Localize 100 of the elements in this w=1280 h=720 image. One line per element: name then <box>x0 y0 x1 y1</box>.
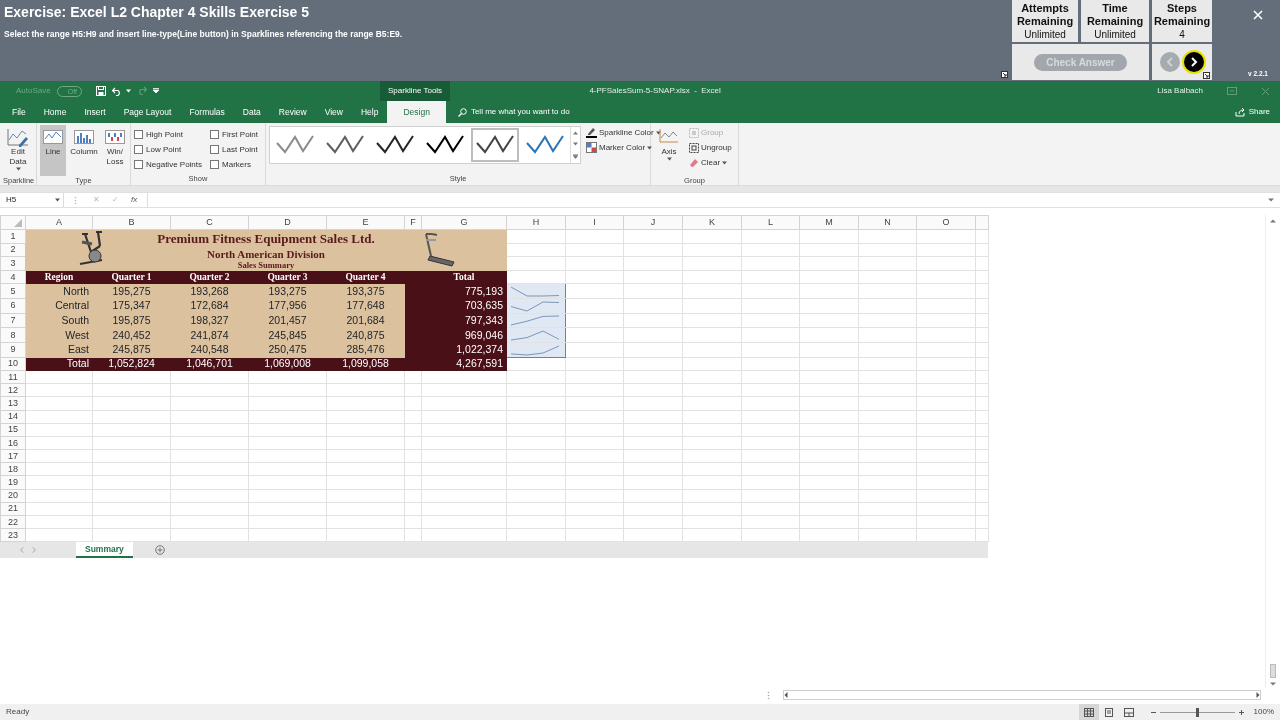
zoom-in-icon[interactable] <box>1238 709 1244 715</box>
ribbon-tab[interactable]: View <box>315 101 352 123</box>
counter-label: Time Remaining <box>1085 1 1145 28</box>
caret-icon <box>55 198 60 202</box>
group-icon <box>689 127 699 138</box>
more-icon[interactable] <box>573 154 578 160</box>
ribbon-button[interactable]: Clear <box>687 155 734 170</box>
sparkline <box>509 315 561 327</box>
scrollbar-thumb[interactable] <box>1270 664 1276 678</box>
undo-button[interactable] <box>111 86 131 96</box>
column-header[interactable]: E <box>326 215 405 230</box>
caret-icon <box>125 89 131 93</box>
share-button[interactable]: Share <box>1234 101 1270 123</box>
ribbon-button[interactable]: Win/ Loss <box>102 125 128 176</box>
scroll-left-icon <box>784 692 788 698</box>
scroll-up-icon[interactable] <box>573 130 578 135</box>
slider-thumb[interactable] <box>1195 707 1199 717</box>
eraser-icon <box>689 157 699 168</box>
checkbox[interactable] <box>210 160 220 169</box>
column-header[interactable]: C <box>170 215 249 230</box>
column-sparkline-icon <box>73 127 95 147</box>
zoom-level: 100% <box>1253 706 1274 718</box>
checkbox-option[interactable]: High Point <box>134 127 203 142</box>
ribbon-tab[interactable]: Review <box>269 101 316 123</box>
page-break-icon <box>1123 707 1134 717</box>
file-name: 4-PFSalesSum-5-SNAP.xlsx - Excel <box>588 85 722 97</box>
checkbox[interactable] <box>134 130 143 139</box>
tell-me-search[interactable]: Tell me what you want to do <box>445 101 570 123</box>
checkbox-option[interactable]: Low Point <box>134 142 203 157</box>
column-header[interactable]: L <box>741 215 800 230</box>
checkbox[interactable] <box>134 145 143 154</box>
corner-arrow-icon <box>1203 72 1210 79</box>
pen-color-icon <box>586 127 597 138</box>
checkbox[interactable] <box>134 160 143 169</box>
sparkline <box>509 330 561 342</box>
column-header[interactable]: D <box>248 215 327 230</box>
ribbon-tab[interactable]: File <box>3 101 35 123</box>
view-button[interactable] <box>1078 704 1099 720</box>
column-header[interactable]: A <box>25 215 93 230</box>
name-box[interactable]: H5 <box>0 193 64 207</box>
zoom-out-icon[interactable] <box>1150 709 1156 715</box>
exercise-title: Exercise: Excel L2 Chapter 4 Skills Exercise 5 <box>4 3 311 21</box>
save-icon <box>95 85 106 96</box>
column-header[interactable]: K <box>682 215 742 230</box>
column-header[interactable]: G <box>421 215 507 230</box>
counter-value: Unlimited <box>1094 27 1136 41</box>
column-header[interactable]: H <box>506 215 566 230</box>
report-title: Premium Fitness Equipment Sales Ltd. <box>157 230 375 247</box>
checkbox-option[interactable]: Last Point <box>210 142 259 157</box>
ribbon-tab[interactable]: Home <box>34 101 76 123</box>
insert-function-button[interactable]: fx <box>125 194 144 206</box>
line-sparkline-icon <box>42 127 64 147</box>
counter-label: Attempts Remaining <box>1015 1 1075 28</box>
column-header[interactable]: B <box>92 215 171 230</box>
expand-icon[interactable] <box>1268 198 1274 202</box>
counter-value: 4 <box>1179 27 1185 41</box>
ribbon-button[interactable]: Line <box>40 125 66 176</box>
instruction-text: Select the range H5:H9 and insert line-type(Line button) in Sparklines referencing the range B5:E9. <box>4 28 404 41</box>
column-header[interactable]: F <box>404 215 422 230</box>
redo-icon <box>136 86 147 96</box>
checkbox[interactable] <box>210 145 220 154</box>
column-header[interactable]: I <box>565 215 624 230</box>
ribbon-tab[interactable]: Formulas <box>180 101 234 123</box>
close-button[interactable] <box>1253 8 1263 22</box>
scroll-down-icon[interactable] <box>1270 682 1276 686</box>
column-header[interactable]: J <box>623 215 683 230</box>
ribbon-tab[interactable]: Data <box>233 101 270 123</box>
user-name: Lisa Balbach <box>1157 85 1203 97</box>
ribbon-tab[interactable]: Help <box>351 101 388 123</box>
ribbon-button[interactable]: Column <box>69 125 99 176</box>
ribbon-button[interactable]: Edit Data <box>3 125 33 176</box>
report-caption: Sales Summary <box>237 261 295 270</box>
chart-pencil-icon <box>7 127 29 147</box>
save-button[interactable] <box>95 84 106 98</box>
scroll-down-icon[interactable] <box>573 142 578 147</box>
column-header[interactable]: O <box>916 215 976 230</box>
checkbox-option[interactable]: Markers <box>210 157 259 172</box>
ribbon-tab[interactable]: Design <box>387 101 446 123</box>
page-layout-icon <box>1103 707 1114 717</box>
counter-label: Steps Remaining <box>1152 1 1212 28</box>
ribbon-tab[interactable]: Page Layout <box>114 101 181 123</box>
chevron-left-icon <box>1166 57 1174 67</box>
column-header[interactable]: N <box>858 215 917 230</box>
normal-view-icon <box>1083 707 1094 717</box>
scroll-up-icon[interactable] <box>1270 219 1276 223</box>
share-icon <box>1234 107 1245 117</box>
chevron-right-icon <box>1190 57 1198 67</box>
checkbox[interactable] <box>210 130 220 139</box>
ribbon-button[interactable]: Sparkline Color <box>584 125 663 140</box>
ribbon-button[interactable]: Ungroup <box>687 140 734 155</box>
next-button[interactable] <box>1184 52 1204 72</box>
column-header[interactable]: M <box>799 215 859 230</box>
counter-value: Unlimited <box>1024 27 1066 41</box>
checkbox-option[interactable]: First Point <box>210 127 259 142</box>
sparkline <box>509 300 561 312</box>
add-sheet-icon[interactable] <box>154 545 165 556</box>
horizontal-scrollbar[interactable] <box>783 690 1261 700</box>
ribbon-tab[interactable]: Insert <box>75 101 115 123</box>
sheet-tab[interactable]: Summary <box>76 542 133 559</box>
checkbox-option[interactable]: Negative Points <box>134 157 203 172</box>
